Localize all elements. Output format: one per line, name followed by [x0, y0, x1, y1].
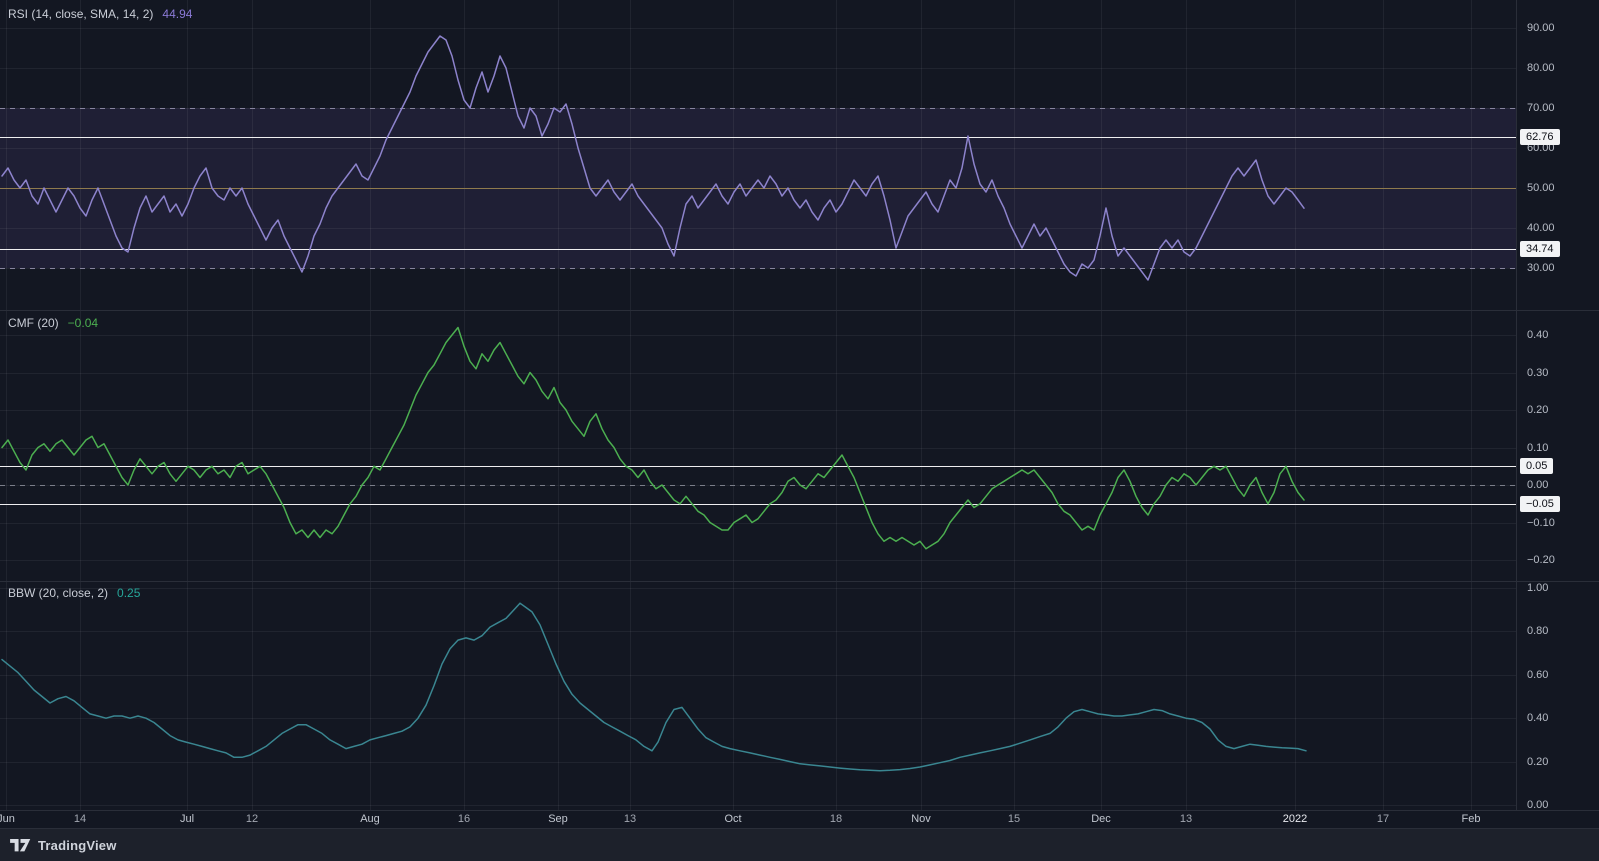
rsi-price-badge: 62.76 — [1520, 128, 1560, 145]
time-tick-Sep: Sep — [548, 813, 568, 825]
time-tick-Nov: Nov — [911, 813, 931, 825]
time-tick-12: 12 — [245, 813, 259, 825]
price-tick-label: 0.40 — [1527, 329, 1549, 341]
time-tick-16: 16 — [457, 813, 471, 825]
price-tick-label: 90.00 — [1527, 22, 1555, 34]
price-tick-label: 0.20 — [1527, 404, 1549, 416]
cmf-value: −0.04 — [67, 316, 99, 330]
price-tick-label: −0.10 — [1527, 516, 1555, 529]
cmf-price-badge: −0.05 — [1520, 495, 1560, 512]
price-tick-label: 0.20 — [1527, 755, 1549, 768]
time-tick-Feb: Feb — [1461, 813, 1481, 825]
price-tick-label: −0.20 — [1527, 554, 1555, 566]
tradingview-brand[interactable]: TradingView — [38, 838, 117, 853]
rsi-title: RSI (14, close, SMA, 14, 2) — [8, 7, 154, 21]
footer-toolbar: TradingView — [0, 828, 1599, 861]
tradingview-logo-icon[interactable] — [10, 838, 31, 852]
cmf-series-line — [1, 326, 1305, 550]
price-tick-label: 1.00 — [1527, 582, 1549, 594]
price-tick-label: 0.00 — [1527, 799, 1549, 810]
rsi-price-badge: 34.74 — [1520, 241, 1560, 258]
time-tick-14: 14 — [73, 813, 87, 825]
price-tick-label: 50.00 — [1527, 182, 1555, 194]
time-tick-18: 18 — [829, 813, 843, 825]
time-tick-Jul: Jul — [179, 813, 195, 825]
price-tick-label: 70.00 — [1527, 102, 1555, 114]
pane-legend-rsi[interactable]: RSI (14, close, SMA, 14, 2) 44.94 — [8, 7, 192, 21]
price-tick-label: 0.60 — [1527, 668, 1549, 681]
time-tick-Dec: Dec — [1091, 813, 1111, 825]
pane-separator[interactable] — [0, 581, 1599, 582]
pane-legend-bbw[interactable]: BBW (20, close, 2) 0.25 — [8, 586, 140, 600]
time-tick-Aug: Aug — [360, 813, 380, 825]
price-tick-label: 0.00 — [1527, 479, 1549, 491]
time-tick-15: 15 — [1007, 813, 1021, 825]
pane-legend-cmf[interactable]: CMF (20) −0.04 — [8, 316, 98, 330]
time-tick-13: 13 — [623, 813, 637, 825]
bbw-title: BBW (20, close, 2) — [8, 586, 109, 600]
chart-root: 90.00 80.00 70.00 60.00 50.00 40.00 30.00 62.76… — [0, 0, 1599, 861]
price-tick-label: 0.30 — [1527, 366, 1549, 379]
price-tick-label: 0.80 — [1527, 625, 1549, 638]
price-tick-label: 0.10 — [1527, 441, 1549, 454]
time-tick-2022: 2022 — [1282, 813, 1308, 825]
price-tick-label: 0.40 — [1527, 712, 1549, 725]
bbw-value: 0.25 — [117, 586, 141, 600]
price-tick-label: 40.00 — [1527, 222, 1555, 234]
time-tick-Oct: Oct — [724, 813, 742, 825]
time-tick-13: 13 — [1179, 813, 1193, 825]
price-axis[interactable]: 90.00 80.00 70.00 60.00 50.00 40.00 30.00 62.76… — [1516, 0, 1599, 810]
bbw-series-line — [1, 602, 1307, 772]
time-tick-Jun: Jun — [0, 813, 15, 825]
chart-plot-area[interactable] — [0, 0, 1516, 810]
cmf-title: CMF (20) — [8, 316, 59, 330]
cmf-price-badge: 0.05 — [1520, 458, 1554, 475]
rsi-value: 44.94 — [162, 7, 193, 21]
price-tick-label: 30.00 — [1527, 262, 1555, 274]
pane-separator[interactable] — [0, 310, 1599, 311]
time-tick-17: 17 — [1376, 813, 1390, 825]
time-axis[interactable]: Jun 14 Jul 12 Aug 16 Sep 13 Oct 18 Nov 15 Dec 13 2022 1… — [0, 810, 1599, 828]
price-tick-label: 80.00 — [1527, 62, 1555, 74]
